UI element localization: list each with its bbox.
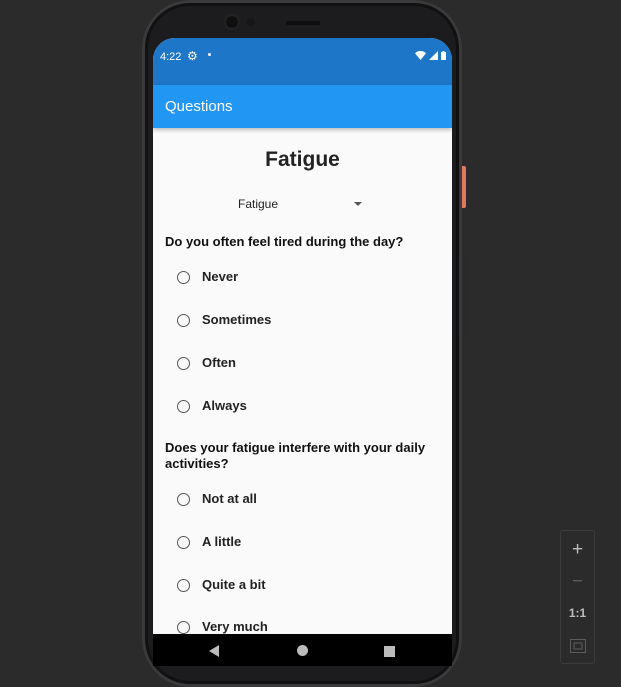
- dropdown-selected-value: Fatigue: [238, 197, 279, 211]
- radio-button[interactable]: [177, 357, 190, 370]
- zoom-in-button[interactable]: +: [561, 533, 594, 566]
- category-dropdown[interactable]: Fatigue: [233, 194, 363, 214]
- radio-button[interactable]: [177, 579, 190, 592]
- option-quite-a-bit[interactable]: Quite a bit: [177, 575, 427, 597]
- proximity-sensor: [247, 18, 255, 26]
- option-label: Always: [202, 398, 247, 413]
- back-triangle-icon[interactable]: [209, 645, 219, 657]
- wifi-icon: [415, 51, 426, 60]
- option-label: Not at all: [202, 491, 257, 506]
- signal-icon: [429, 51, 438, 60]
- notification-dot: [208, 53, 211, 56]
- option-label: Sometimes: [202, 312, 272, 327]
- page-title: Fatigue: [265, 148, 340, 171]
- option-label: Often: [202, 355, 236, 370]
- app-bar: Questions: [153, 85, 452, 128]
- app-bar-title: Questions: [165, 98, 233, 115]
- device-screen: 4:22 ⚙ Questions Fatigue Fatigue Do you …: [153, 38, 452, 666]
- option-often[interactable]: Often: [177, 353, 427, 375]
- battery-icon: [441, 51, 446, 60]
- radio-button[interactable]: [177, 536, 190, 549]
- chevron-down-icon: [354, 202, 362, 206]
- option-sometimes[interactable]: Sometimes: [177, 310, 427, 332]
- front-camera: [226, 16, 238, 28]
- radio-button[interactable]: [177, 314, 190, 327]
- status-time: 4:22: [160, 51, 182, 63]
- questionnaire-content[interactable]: Fatigue Fatigue Do you often feel tired …: [153, 128, 452, 634]
- home-circle-icon[interactable]: [297, 645, 308, 656]
- option-always[interactable]: Always: [177, 396, 427, 418]
- option-label: Very much: [202, 619, 268, 634]
- recents-square-icon[interactable]: [384, 646, 395, 657]
- option-never[interactable]: Never: [177, 267, 427, 289]
- zoom-out-button[interactable]: −: [561, 565, 594, 598]
- zoom-one-to-one-button[interactable]: 1:1: [561, 597, 594, 630]
- power-button[interactable]: [462, 166, 466, 208]
- volume-rocker[interactable]: [462, 255, 466, 337]
- question-2-text: Does your fatigue interfere with your da…: [165, 440, 426, 471]
- system-nav-bar: [153, 634, 452, 666]
- question-1-text: Do you often feel tired during the day?: [165, 234, 404, 249]
- option-label: A little: [202, 534, 242, 549]
- radio-button[interactable]: [177, 400, 190, 413]
- option-label: Quite a bit: [202, 577, 266, 592]
- status-bar: 4:22 ⚙: [153, 38, 452, 85]
- earpiece-speaker: [286, 21, 320, 25]
- option-not-at-all[interactable]: Not at all: [177, 489, 427, 511]
- fit-screen-icon[interactable]: [561, 629, 594, 662]
- option-a-little[interactable]: A little: [177, 532, 427, 554]
- option-label: Never: [202, 269, 239, 284]
- radio-button[interactable]: [177, 621, 190, 634]
- gear-icon: ⚙: [187, 49, 198, 63]
- status-icons: [415, 51, 446, 60]
- radio-button[interactable]: [177, 493, 190, 506]
- emulator-zoom-controls: + − 1:1: [560, 530, 595, 664]
- radio-button[interactable]: [177, 271, 190, 284]
